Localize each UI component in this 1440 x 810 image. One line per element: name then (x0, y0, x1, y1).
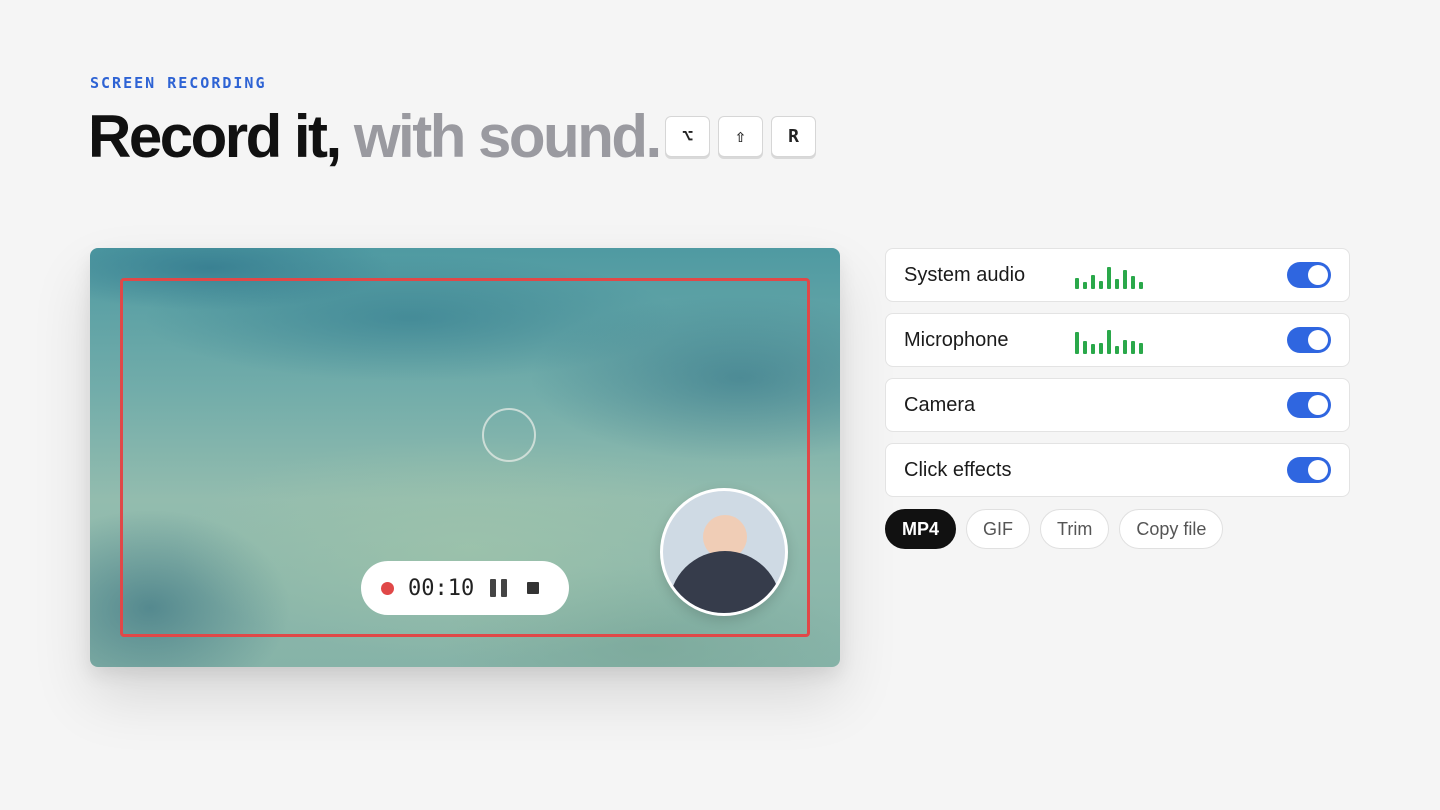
meter-bar (1107, 330, 1111, 354)
meter-bar (1083, 341, 1087, 354)
format-gif-button[interactable]: GIF (966, 509, 1031, 549)
recording-controls: 00:10 (361, 561, 569, 615)
eyebrow-label: SCREEN RECORDING (90, 74, 267, 92)
meter-bar (1099, 281, 1103, 289)
meter-bar (1091, 344, 1095, 354)
meter-bar (1107, 267, 1111, 289)
format-mp4-button[interactable]: MP4 (885, 509, 957, 549)
recording-preview: 00:10 (90, 248, 840, 667)
meter-bar (1115, 346, 1119, 354)
system-audio-toggle[interactable] (1287, 262, 1331, 288)
title-light: with sound. (353, 103, 662, 170)
meter-bar (1139, 343, 1143, 354)
recording-timer: 00:10 (408, 575, 475, 601)
setting-row-camera: Camera (885, 378, 1350, 432)
setting-row-click-effects: Click effects (885, 443, 1350, 497)
copy-file-button[interactable]: Copy file (1119, 509, 1224, 549)
meter-bar (1099, 343, 1103, 354)
title-dark: Record it, (88, 103, 342, 170)
meter-bar (1075, 278, 1079, 289)
camera-bubble-avatar[interactable] (660, 488, 788, 616)
setting-label: Click effects (904, 458, 1012, 481)
meter-bar (1083, 282, 1087, 289)
meter-bar (1075, 332, 1079, 354)
meter-bar (1123, 270, 1127, 289)
record-dot-icon (381, 581, 394, 595)
setting-row-microphone: Microphone (885, 313, 1350, 367)
pause-icon[interactable] (490, 579, 508, 597)
stop-icon[interactable] (527, 582, 540, 594)
format-options: MP4 GIF Trim Copy file (885, 509, 1350, 549)
option-key: ⌥ (665, 116, 710, 157)
meter-bar (1131, 276, 1135, 289)
click-effects-toggle[interactable] (1287, 457, 1331, 483)
click-effect-ring-icon (482, 408, 536, 462)
meter-bar (1123, 340, 1127, 354)
setting-label: System audio (904, 263, 1026, 286)
meter-bar (1139, 282, 1143, 289)
camera-toggle[interactable] (1287, 392, 1331, 418)
shift-key: ⇧ (718, 116, 763, 157)
setting-label: Microphone (904, 328, 1009, 351)
audio-level-meter (1075, 265, 1143, 289)
settings-panel: System audio Microphone Camera Click eff… (885, 248, 1350, 549)
setting-row-system-audio: System audio (885, 248, 1350, 302)
setting-label: Camera (904, 393, 976, 416)
mic-level-meter (1075, 330, 1143, 354)
r-key: R (771, 116, 816, 157)
trim-button[interactable]: Trim (1040, 509, 1110, 549)
meter-bar (1115, 279, 1119, 289)
page-title: Record it, with sound. (88, 102, 662, 172)
meter-bar (1091, 275, 1095, 289)
meter-bar (1131, 341, 1135, 354)
microphone-toggle[interactable] (1287, 327, 1331, 353)
avatar-body (669, 551, 781, 613)
keyboard-shortcut: ⌥ ⇧ R (665, 116, 816, 157)
